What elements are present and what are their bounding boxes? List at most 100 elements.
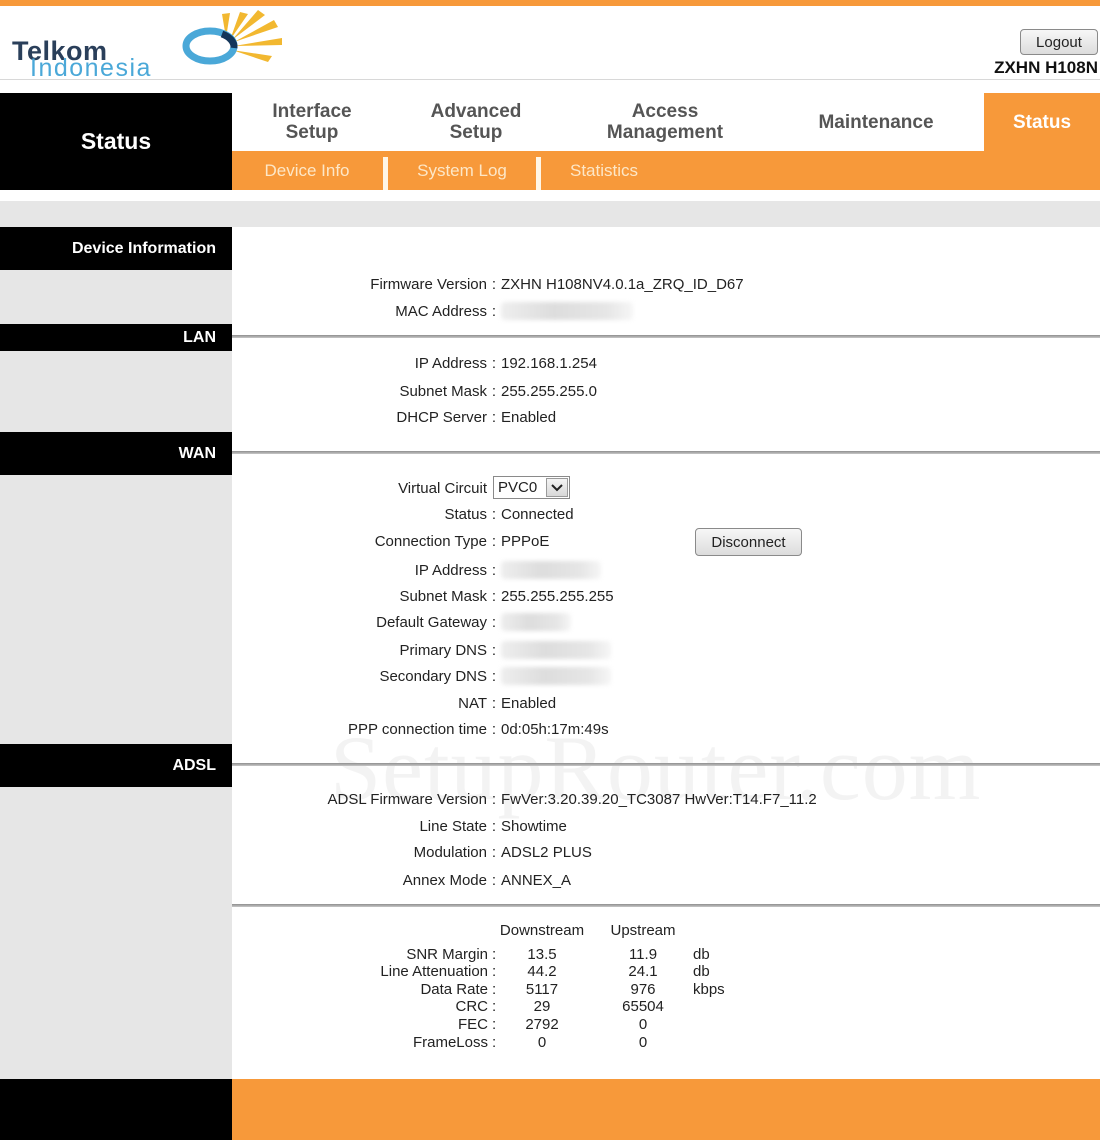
stats-upstream-value: 0 <box>638 1034 648 1051</box>
stats-downstream-value: 0 <box>537 1034 547 1051</box>
stats-row: Data Rate: 5117 976 kbps <box>0 981 1100 999</box>
telkom-sun-icon <box>182 10 282 65</box>
lan-mask-label: Subnet Mask <box>399 382 487 400</box>
annex-mode-row: Annex Mode: ANNEX_A <box>0 869 571 891</box>
gateway-label: Default Gateway <box>376 613 487 631</box>
stats-row-label: SNR Margin <box>406 946 488 963</box>
ppp-time-row: PPP connection time:0d:05h:17m:49s <box>0 718 609 740</box>
adsl-firmware-label: ADSL Firmware Version <box>327 790 488 808</box>
stats-row-label: Line Attenuation <box>380 963 488 980</box>
chevron-down-icon[interactable] <box>546 478 568 497</box>
subtab-device-info[interactable]: Device Info <box>232 151 382 190</box>
firmware-version-label: Firmware Version <box>370 275 487 293</box>
line-state-value: Showtime <box>501 817 567 835</box>
stats-downstream-value: 44.2 <box>527 963 557 980</box>
stats-row-colon: : <box>492 981 497 998</box>
ppp-time-value: 0d:05h:17m:49s <box>501 720 609 738</box>
tab-status[interactable]: Status <box>984 93 1100 151</box>
mac-address-row: MAC Address: <box>0 300 633 322</box>
footer-left <box>0 1079 232 1140</box>
annex-mode-value: ANNEX_A <box>501 871 572 889</box>
stats-upstream-value: 0 <box>638 1016 648 1033</box>
ppp-time-label: PPP connection time <box>348 720 487 738</box>
tab-access-management[interactable]: Access Management <box>572 93 758 151</box>
subtab-statistics[interactable]: Statistics <box>541 151 667 190</box>
lan-mask-row: Subnet Mask:255.255.255.0 <box>0 380 596 402</box>
stats-upstream-value: 24.1 <box>628 963 658 980</box>
stats-downstream-value: 29 <box>533 998 551 1015</box>
secondary-dns-value-redacted <box>501 667 611 685</box>
main-nav: Interface Setup Advanced Setup Access Ma… <box>232 93 1100 151</box>
tab-interface-setup[interactable]: Interface Setup <box>232 93 392 151</box>
adsl-firmware-value: FwVer:3.20.39.20_TC3087 HwVer:T14.F7_11.… <box>501 790 817 808</box>
stats-upstream-value: 11.9 <box>628 946 658 963</box>
stats-header-upstream: Upstream <box>610 922 676 939</box>
section-header-wan: WAN <box>0 432 232 475</box>
virtual-circuit-label: Virtual Circuit <box>398 479 487 497</box>
stats-downstream-value: 13.5 <box>527 946 557 963</box>
wan-mask-value: 255.255.255.255 <box>501 587 614 605</box>
wan-ip-label: IP Address <box>414 561 487 579</box>
section-header-device-information: Device Information <box>0 227 232 270</box>
secondary-dns-row: Secondary DNS: <box>0 665 611 687</box>
stats-upstream-value: 65504 <box>622 998 664 1015</box>
line-state-row: Line State: Showtime <box>0 815 567 837</box>
sub-nav: Device Info System Log Statistics <box>232 151 1100 190</box>
stats-unit: db <box>693 946 710 963</box>
nat-label: NAT <box>458 694 487 712</box>
nat-value: Enabled <box>501 694 557 712</box>
modulation-row: Modulation: ADSL2 PLUS <box>0 841 592 863</box>
section-divider <box>232 335 1100 338</box>
logo-text-indonesia: Indonesia <box>30 54 152 82</box>
stats-row-colon: : <box>492 1034 497 1051</box>
firmware-version-row: Firmware Version: ZXHN H108NV4.0.1a_ZRQ_I… <box>0 273 743 295</box>
annex-mode-label: Annex Mode <box>402 871 487 889</box>
stats-row-label: Data Rate <box>420 981 488 998</box>
tab-maintenance[interactable]: Maintenance <box>788 93 964 151</box>
gateway-value-redacted <box>501 613 571 631</box>
stats-header-row: Downstream Upstream <box>0 922 1100 940</box>
separator-band <box>0 201 1100 227</box>
stats-downstream-value: 5117 <box>525 981 559 998</box>
stats-row-label: CRC <box>455 998 489 1015</box>
modulation-value: ADSL2 PLUS <box>501 843 592 861</box>
wan-ip-value-redacted <box>501 561 601 579</box>
mac-address-value-redacted <box>501 302 633 320</box>
stats-downstream-value: 2792 <box>525 1016 559 1033</box>
stats-row-colon: : <box>492 1016 497 1033</box>
logout-button[interactable]: Logout <box>1020 29 1098 55</box>
secondary-dns-label: Secondary DNS <box>379 667 487 685</box>
wan-ip-row: IP Address: <box>0 559 601 581</box>
lan-ip-value: 192.168.1.254 <box>501 354 597 372</box>
gateway-row: Default Gateway: <box>0 611 571 633</box>
section-header-lan: LAN <box>0 324 232 351</box>
dhcp-value: Enabled <box>501 408 557 426</box>
wan-status-row: Status: Connected <box>0 503 574 525</box>
disconnect-button[interactable]: Disconnect <box>695 528 802 556</box>
dhcp-label: DHCP Server <box>396 408 487 426</box>
section-divider <box>232 451 1100 454</box>
lan-ip-row: IP Address:192.168.1.254 <box>0 352 597 374</box>
wan-mask-label: Subnet Mask <box>399 587 487 605</box>
section-divider <box>232 904 1100 907</box>
virtual-circuit-select[interactable]: PVC0 <box>493 476 570 499</box>
tab-advanced-setup[interactable]: Advanced Setup <box>400 93 552 151</box>
subtab-system-log[interactable]: System Log <box>388 151 536 190</box>
stats-row: FEC: 2792 0 <box>0 1016 1100 1034</box>
line-state-label: Line State <box>419 817 487 835</box>
primary-dns-row: Primary DNS: <box>0 639 611 661</box>
connection-type-row: Connection Type: PPPoE <box>0 530 550 552</box>
stats-unit: kbps <box>693 981 725 998</box>
footer-bar <box>232 1079 1100 1140</box>
stats-upstream-value: 976 <box>630 981 656 998</box>
modulation-label: Modulation <box>413 843 487 861</box>
stats-row-label: FEC <box>458 1016 488 1033</box>
telkom-logo: Telkom Indonesia <box>10 10 290 82</box>
stats-row: Line Attenuation: 44.2 24.1 db <box>0 963 1100 981</box>
stats-row-label: FrameLoss <box>412 1034 488 1051</box>
wan-status-value: Connected <box>501 505 574 523</box>
virtual-circuit-selected: PVC0 <box>498 479 538 496</box>
section-divider <box>232 763 1100 766</box>
lan-ip-label: IP Address <box>414 354 487 372</box>
nav-section-title: Status <box>0 93 232 190</box>
